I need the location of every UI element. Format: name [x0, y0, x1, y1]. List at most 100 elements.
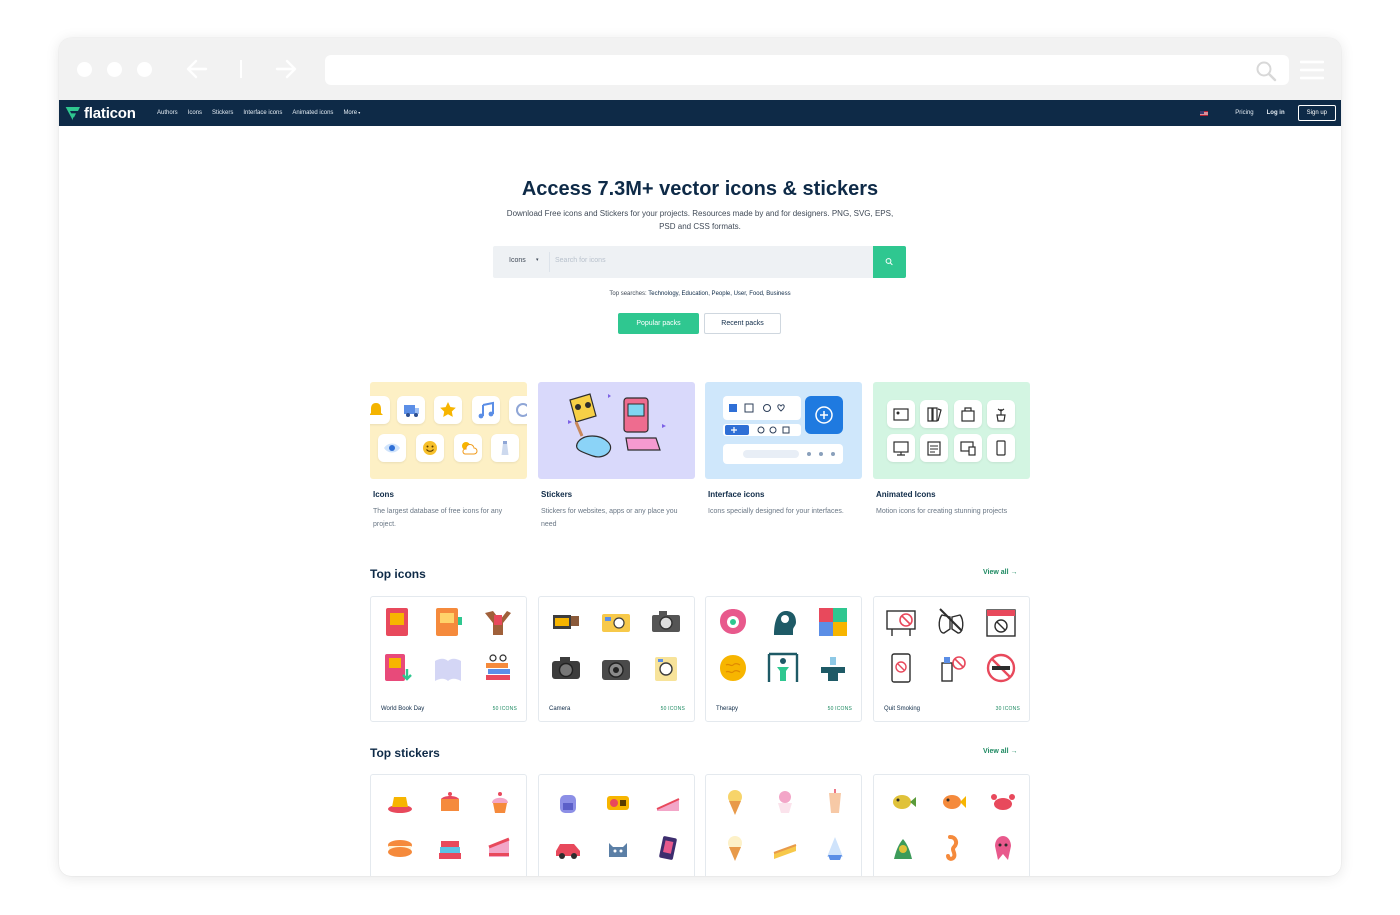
smiley-tile-icon [416, 434, 444, 462]
back-arrow-icon[interactable] [184, 56, 210, 82]
page-title: Access 7.3M+ vector icons & stickers [521, 178, 879, 200]
plant-tile-icon [987, 400, 1015, 428]
notes-tile-icon [920, 434, 948, 462]
main-nav-links: Authors Icons Stickers Interface icons A… [157, 100, 360, 126]
nav-link-icons[interactable]: Icons [188, 110, 202, 116]
top-icons-heading: Top icons [370, 567, 426, 581]
popular-packs-button[interactable]: Popular packs [618, 313, 699, 334]
view-all-label: View all [983, 569, 1009, 576]
sticker-pack-card-school[interactable] [538, 774, 695, 876]
category-title: Animated Icons [876, 490, 936, 499]
pudding-sticker-icon [388, 797, 412, 813]
star-tile-icon [434, 396, 462, 424]
login-link[interactable]: Log in [1267, 110, 1285, 116]
seahorse-sticker-icon [946, 835, 959, 861]
category-card-animated-icons[interactable]: Animated Icons Motion icons for creating… [873, 382, 1030, 518]
category-description: The largest database of free icons for a… [373, 508, 503, 528]
search-button[interactable] [873, 246, 906, 278]
chevron-down-icon: ▾ [536, 257, 539, 263]
nav-link-authors[interactable]: Authors [157, 110, 178, 116]
red-book-icon [386, 608, 408, 636]
top-searches-terms[interactable]: Technology, Education, People, User, Foo… [648, 291, 790, 297]
seaweed-fish-sticker-icon [894, 839, 912, 859]
pack-name: Therapy [716, 706, 739, 712]
nav-link-animated-icons[interactable]: Animated icons [292, 110, 333, 116]
arrow-right-icon: → [1008, 748, 1018, 755]
window-minimize-dot[interactable] [107, 62, 122, 77]
logo-text: flaticon [84, 104, 136, 122]
address-bar[interactable] [325, 55, 1289, 85]
shake-cup-sticker-icon [829, 789, 841, 813]
vanilla-cone-sticker-icon [728, 836, 742, 861]
music-tile-icon [472, 396, 500, 424]
category-card-interface-icons[interactable]: Interface icons Icons specially designed… [705, 382, 862, 518]
signup-button[interactable]: Sign up [1297, 105, 1336, 121]
sticker-pack-card-desserts[interactable] [370, 774, 527, 876]
radio-sticker-icon [607, 796, 629, 810]
phone-sticker-icon [659, 836, 677, 860]
icon-pack-card-quit-smoking[interactable]: Quit Smoking 30 ICONS [873, 596, 1030, 722]
category-card-stickers[interactable]: Stickers Stickers for websites, apps or … [538, 382, 695, 531]
book-stack-icon [486, 654, 510, 680]
nav-link-interface-icons[interactable]: Interface icons [243, 110, 282, 116]
chrome-separator [240, 60, 242, 78]
pack-count: 50 ICONS [827, 706, 852, 712]
category-title: Stickers [541, 490, 573, 499]
top-searches-label: Top searches: [609, 291, 647, 297]
sticker-pack-card-sea-creatures[interactable] [873, 774, 1030, 876]
forward-arrow-icon[interactable] [273, 56, 299, 82]
category-image-stickers [538, 382, 695, 479]
film-camera-icon [553, 615, 579, 629]
puzzle-icon [819, 608, 847, 636]
stickers-illustration-icon [568, 393, 666, 458]
icon-pack-card-therapy[interactable]: Therapy 50 ICONS [705, 596, 862, 722]
top-stickers-view-all-link[interactable]: View all → [983, 748, 1018, 755]
hands-book-icon [485, 611, 511, 635]
us-flag-icon[interactable] [1200, 110, 1209, 116]
phone-no-smoking-icon [891, 653, 911, 683]
cat-sticker-icon [609, 843, 627, 857]
search-icon[interactable] [1255, 60, 1277, 82]
nav-link-more-label: More [343, 110, 358, 116]
top-searches: Top searches: Technology, Education, Peo… [59, 291, 1341, 297]
layer-cake-sticker-icon [439, 841, 461, 859]
nav-right: Pricing Log in Sign up [1200, 100, 1336, 126]
search-input[interactable]: Search for icons [555, 257, 606, 264]
search-icon [885, 258, 893, 266]
books-tile-icon [920, 400, 948, 428]
sticker-pack-card-ice-cream[interactable] [705, 774, 862, 876]
recent-packs-button[interactable]: Recent packs [704, 313, 781, 334]
category-image-animated-icons [873, 382, 1030, 479]
ice-cream-cone-sticker-icon [728, 790, 742, 815]
icon-pack-card-camera[interactable]: Camera 50 ICONS [538, 596, 695, 722]
orange-book-icon [436, 608, 462, 636]
interface-illustration-icon [723, 396, 843, 464]
menu-icon[interactable] [1300, 60, 1324, 80]
vape-bottle-icon [941, 656, 966, 682]
macaron-sticker-icon [388, 840, 412, 857]
search-type-select[interactable]: Icons [509, 257, 526, 264]
browser-chrome [59, 38, 1341, 100]
nav-link-pricing[interactable]: Pricing [1235, 110, 1253, 116]
cake-tag-sticker-icon [656, 798, 680, 811]
view-all-label: View all [983, 748, 1009, 755]
soft-serve-sticker-icon [827, 837, 843, 860]
nav-link-more[interactable]: More ▾ [343, 110, 360, 116]
icon-pack-card-world-book-day[interactable]: World Book Day 50 ICONS [370, 596, 527, 722]
category-description: Icons specially designed for your interf… [708, 508, 844, 515]
top-icons-view-all-link[interactable]: View all → [983, 569, 1018, 576]
brain-eye-icon [720, 609, 746, 634]
nav-link-stickers[interactable]: Stickers [212, 110, 233, 116]
window-close-dot[interactable] [77, 62, 92, 77]
open-book-icon [435, 658, 461, 681]
flaticon-logo[interactable]: flaticon [64, 103, 136, 123]
yellow-brain-icon [720, 655, 746, 681]
pack-count: 30 ICONS [995, 706, 1020, 712]
category-card-icons[interactable]: Icons The largest database of free icons… [370, 382, 527, 531]
search-divider [549, 252, 550, 272]
window-maximize-dot[interactable] [137, 62, 152, 77]
squid-sticker-icon [995, 836, 1011, 860]
flaticon-logo-icon [64, 106, 80, 121]
presentation-tile-icon [887, 434, 915, 462]
sundae-sticker-icon [778, 791, 792, 813]
